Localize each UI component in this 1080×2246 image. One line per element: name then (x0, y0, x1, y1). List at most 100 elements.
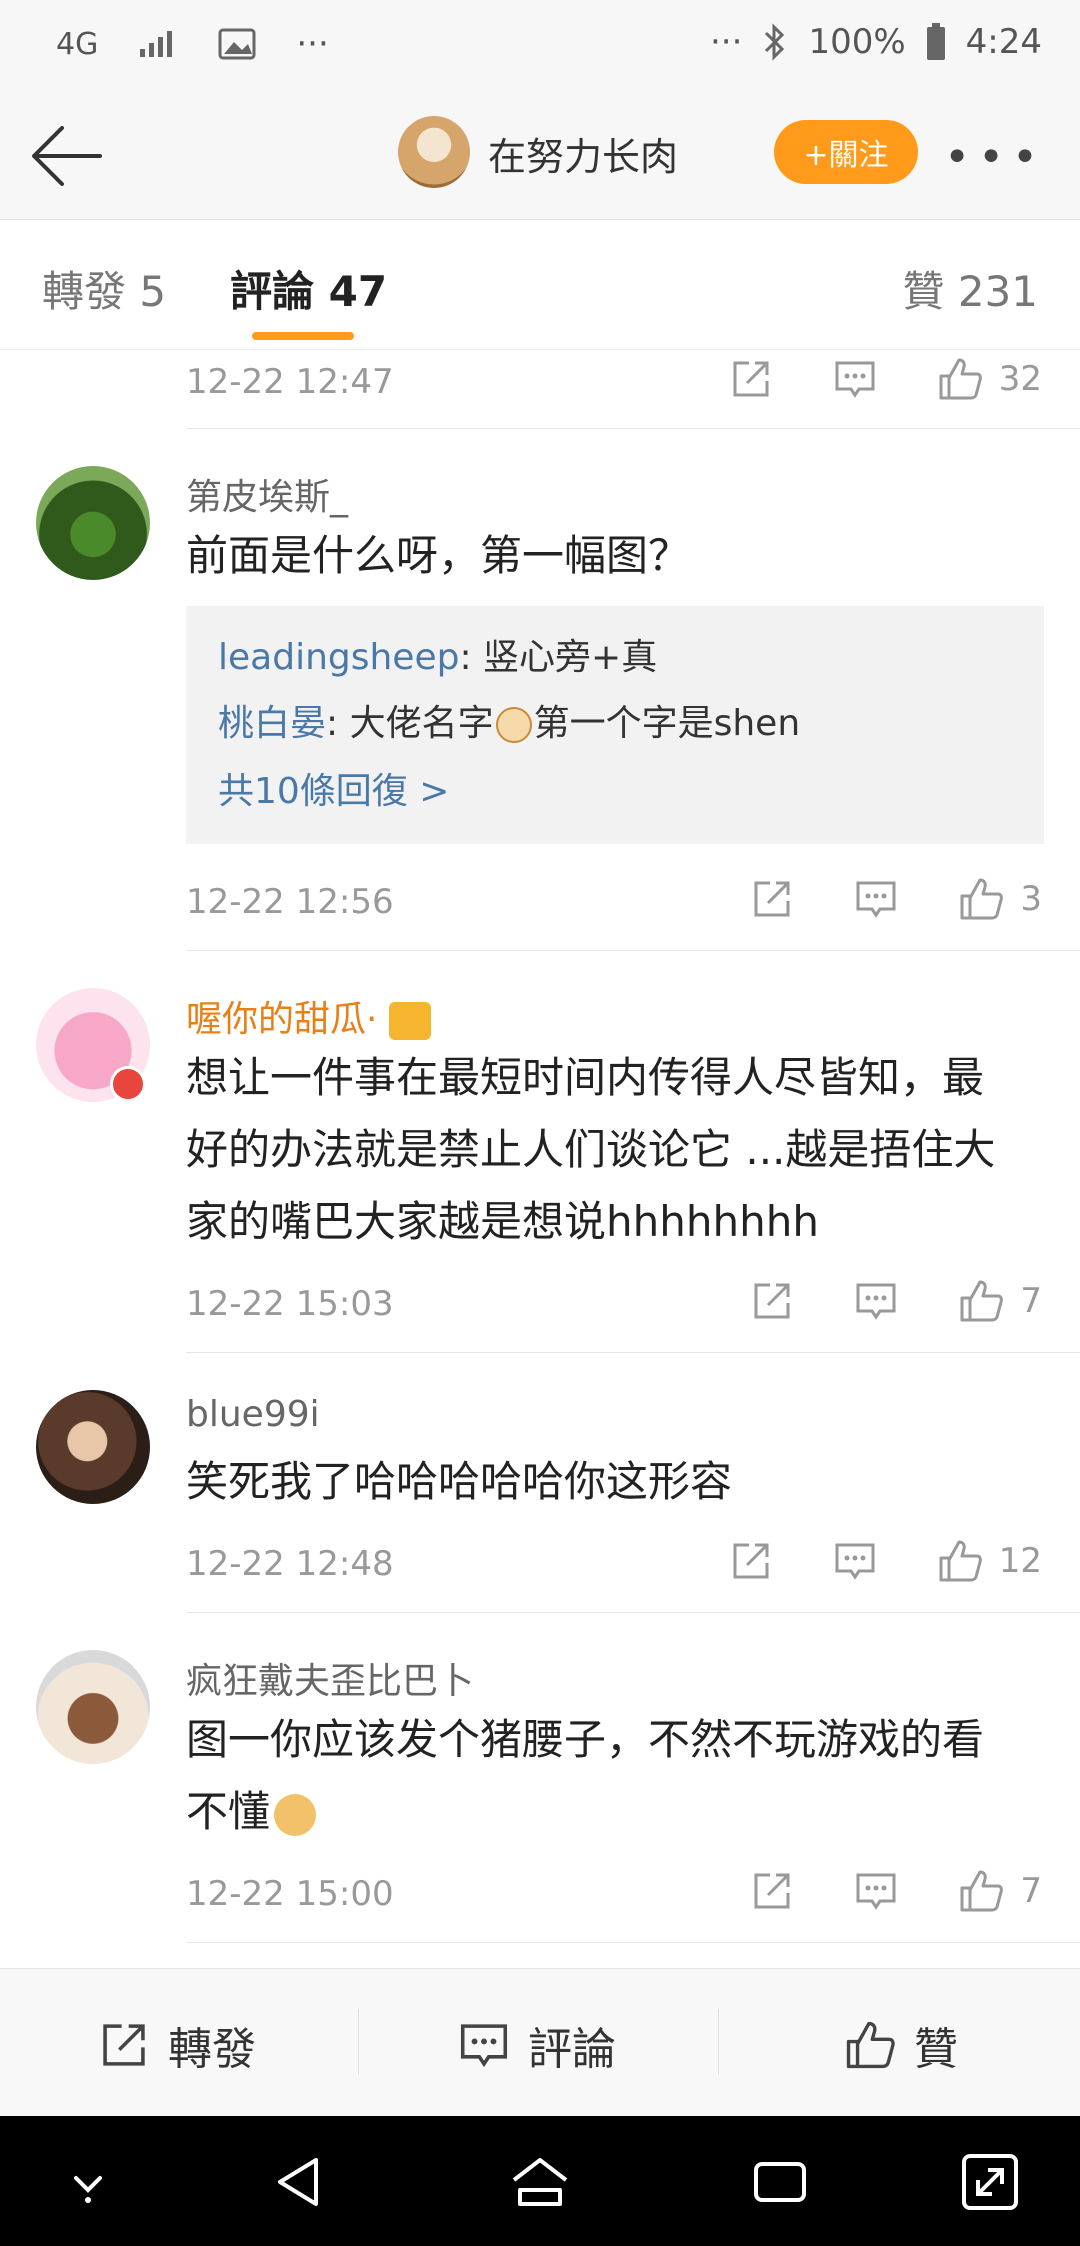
comment-actions: 12 (729, 1538, 1042, 1584)
like-count: 7 (1020, 1871, 1042, 1911)
divider (186, 1352, 1080, 1353)
top-bar: 在努力长肉 +關注 ••• (0, 92, 1080, 220)
comment-actions: 3 (750, 876, 1042, 922)
comment-username[interactable]: blue99i (186, 1394, 320, 1435)
like-button[interactable]: 3 (958, 876, 1042, 922)
comment-text-fragment: 不懂 (186, 1787, 271, 1836)
share-icon (103, 2024, 145, 2066)
back-arrow-icon (32, 126, 102, 186)
comment-text: 图一你应该发个猪腰子，不然不玩游戏的看 不懂 (186, 1704, 1042, 1848)
battery-percent: 100% (808, 22, 906, 62)
separator (718, 2009, 719, 2075)
share-icon (754, 881, 790, 917)
expand-screen-icon[interactable] (958, 2150, 1022, 2214)
forward-label: 轉發 (168, 2024, 256, 2075)
reply-preview-box[interactable]: leadingsheep: 竖心旁+真 桃白晏: 大佬名字 第一个字是shen 共… (186, 606, 1044, 844)
like-button[interactable]: 7 (958, 1868, 1042, 1914)
comment-icon (856, 1283, 896, 1320)
reply-button[interactable] (833, 1539, 877, 1583)
reply-button[interactable] (833, 357, 877, 401)
follow-button[interactable]: +關注 (774, 120, 918, 184)
comment-username[interactable]: 疯狂戴夫歪比巴卜 (186, 1652, 474, 1704)
user-avatar[interactable] (36, 1650, 150, 1764)
reply-button[interactable] (854, 1869, 898, 1913)
back-nav-icon[interactable] (268, 2150, 332, 2214)
signal-icon (140, 31, 173, 57)
reply-item: leadingsheep: 竖心旁+真 (218, 628, 657, 680)
share-button[interactable] (750, 877, 794, 921)
hide-keyboard-icon[interactable] (56, 2150, 120, 2214)
overflow-dots: ··· (710, 22, 743, 62)
doge-emoji-icon (274, 1793, 317, 1836)
image-icon (218, 28, 256, 60)
share-icon (754, 1873, 790, 1909)
user-avatar[interactable] (36, 466, 150, 580)
reply-button[interactable] (854, 1279, 898, 1323)
forward-button[interactable]: 轉發 (98, 2013, 256, 2077)
notification-dots: ··· (296, 24, 329, 64)
thumbs-up-icon (960, 1280, 1004, 1322)
like-count: 7 (1020, 1281, 1042, 1321)
share-icon (733, 361, 769, 397)
thumbs-up-icon (846, 2021, 895, 2069)
comment-timestamp: 12-22 12:48 (186, 1544, 394, 1584)
comment-timestamp: 12-22 15:03 (186, 1284, 394, 1324)
like-count: 12 (998, 1541, 1042, 1581)
comment-text: 前面是什么呀，第一幅图？ (186, 531, 691, 580)
comment-actions: 7 (750, 1278, 1042, 1324)
tab-comments[interactable]: 評論 47 (230, 258, 387, 319)
bottom-action-bar: 轉發 評論 贊 (0, 1968, 1080, 2116)
like-count: 3 (1020, 879, 1042, 919)
separator (358, 2009, 359, 2075)
comment-timestamp: 12-22 12:56 (186, 882, 394, 922)
reply-username[interactable]: leadingsheep (218, 637, 459, 678)
comment-username[interactable]: 喔你的甜瓜· (186, 990, 431, 1042)
thumbs-up-icon (960, 1870, 1004, 1912)
reply-username[interactable]: 桃白晏 (218, 703, 326, 744)
comment-icon (856, 881, 896, 918)
reply-button[interactable] (854, 877, 898, 921)
comment-timestamp: 12-22 15:00 (186, 1874, 394, 1914)
comment-icon (835, 1543, 875, 1580)
user-avatar[interactable] (36, 1390, 150, 1504)
comment-username[interactable]: 第皮埃斯_ (186, 468, 348, 520)
like-button[interactable]: 12 (937, 1538, 1042, 1584)
share-button[interactable] (750, 1279, 794, 1323)
thumbs-up-icon (939, 358, 982, 400)
comment-label: 評論 (528, 2024, 616, 2075)
cat-emoji-icon (495, 707, 532, 743)
back-button[interactable] (28, 118, 108, 194)
home-nav-icon[interactable] (508, 2150, 572, 2214)
comment-icon (460, 2024, 508, 2068)
comment-icon (856, 1873, 896, 1910)
tab-forward[interactable]: 轉發 5 (42, 258, 166, 319)
comment-button[interactable]: 評論 (458, 2013, 616, 2077)
thumbs-up-icon (960, 878, 1004, 920)
author-avatar[interactable] (398, 116, 470, 188)
comment-text-line: 图一你应该发个猪腰子，不然不玩游戏的看 (186, 1715, 985, 1764)
crown-badge-icon (388, 1002, 431, 1040)
share-button[interactable] (750, 1869, 794, 1913)
share-icon (754, 1283, 790, 1319)
reply-text: : 竖心旁+真 (459, 637, 658, 678)
view-more-replies-link[interactable]: 共10條回復 > (218, 762, 449, 814)
share-button[interactable] (729, 357, 773, 401)
clock: 4:24 (965, 22, 1042, 62)
like-button[interactable]: 7 (958, 1278, 1042, 1324)
comment-text-line: 家的嘴巴大家越是想说hhhhhhhh (186, 1197, 819, 1246)
divider (186, 1612, 1080, 1613)
reply-text: : 大佬名字 (326, 703, 494, 744)
like-post-button[interactable]: 贊 (844, 2013, 958, 2077)
comment-list: 12-22 12:47 32 第皮埃斯_ 前面是什么呀，第一幅图？ leadin… (0, 350, 1080, 1968)
tab-likes[interactable]: 贊 231 (902, 258, 1038, 319)
comment-actions: 7 (750, 1868, 1042, 1914)
system-navigation-bar (0, 2116, 1080, 2246)
like-button[interactable]: 32 (937, 356, 1042, 402)
share-button[interactable] (729, 1539, 773, 1583)
comment-text: 笑死我了哈哈哈哈哈你这形容 (186, 1457, 733, 1506)
comment-actions: 32 (729, 356, 1042, 402)
recents-nav-icon[interactable] (748, 2150, 812, 2214)
comment-text: 想让一件事在最短时间内传得人尽皆知，最 好的办法就是禁止人们谈论它 ...越是捂… (186, 1042, 1042, 1258)
author-name[interactable]: 在努力长肉 (488, 126, 678, 181)
more-options-button[interactable]: ••• (944, 132, 1046, 183)
